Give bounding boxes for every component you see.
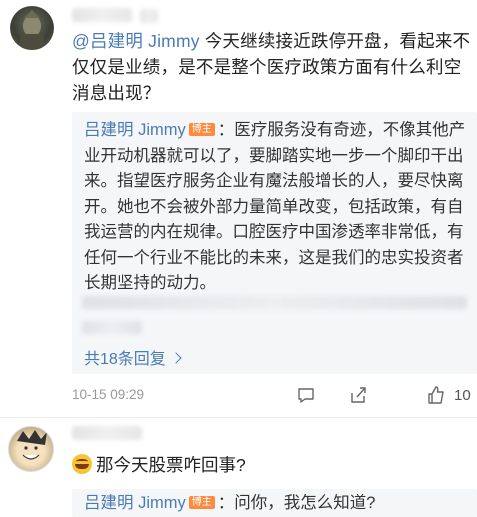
view-replies-link[interactable]: 共18条回复: [84, 345, 182, 369]
timestamp: 10-15 09:29: [72, 387, 145, 402]
reply-box[interactable]: 吕建明 Jimmy 博主 ：医疗服务没有奇迹，不像其他产业开动机器就可以了，要脚踏实…: [72, 112, 477, 374]
mention-link[interactable]: @吕建明 Jimmy: [72, 31, 200, 51]
share-icon[interactable]: [348, 385, 368, 405]
reply-count-label: 共18条回复: [84, 351, 166, 368]
reply-box[interactable]: 吕建明 Jimmy 博主 ：问你，我怎么知道?: [72, 489, 477, 517]
commenter-avatar[interactable]: [8, 426, 54, 472]
comment-icon[interactable]: [296, 385, 316, 405]
comment-body: 那今天股票咋回事?: [96, 455, 246, 475]
reply-author[interactable]: 吕建明 Jimmy: [84, 494, 186, 512]
comment-text: @吕建明 Jimmy 今天继续接近跌停开盘，看起来不仅仅是业绩，是不是整个医疗政…: [72, 28, 472, 106]
comment-item: @吕建明 Jimmy 今天继续接近跌停开盘，看起来不仅仅是业绩，是不是整个医疗政…: [0, 0, 477, 418]
laughing-tears-emoji-icon: [72, 454, 92, 474]
like-count: 10: [454, 387, 471, 404]
reply-body: ：医疗服务没有奇迹，不像其他产业开动机器就可以了，要脚踏实地一步一个脚印干出来。…: [84, 121, 466, 292]
comment-meta: 10-15 09:29 10: [72, 385, 477, 407]
commenter-name-blurred: [72, 426, 142, 440]
blurred-reply-line: [82, 296, 467, 309]
comment-item: 那今天股票咋回事? 吕建明 Jimmy 博主 ：问你，我怎么知道?: [0, 418, 477, 517]
commenter-avatar[interactable]: [10, 6, 54, 50]
like-icon[interactable]: [426, 385, 446, 405]
chevron-right-icon: [170, 352, 182, 364]
blurred-reply-line: [82, 321, 142, 334]
commenter-name-blurred: [72, 8, 132, 22]
commenter-name-blurred: [140, 9, 158, 23]
reply-body: ：问你，我怎么知道?: [217, 494, 376, 512]
reply-author[interactable]: 吕建明 Jimmy: [84, 121, 186, 139]
reply-text: 吕建明 Jimmy 博主 ：医疗服务没有奇迹，不像其他产业开动机器就可以了，要脚踏实…: [84, 118, 469, 297]
reply-text: 吕建明 Jimmy 博主 ：问你，我怎么知道?: [84, 491, 469, 517]
blogger-badge: 博主: [188, 496, 215, 509]
blogger-badge: 博主: [188, 123, 215, 136]
comment-text: 那今天股票咋回事?: [72, 452, 246, 477]
